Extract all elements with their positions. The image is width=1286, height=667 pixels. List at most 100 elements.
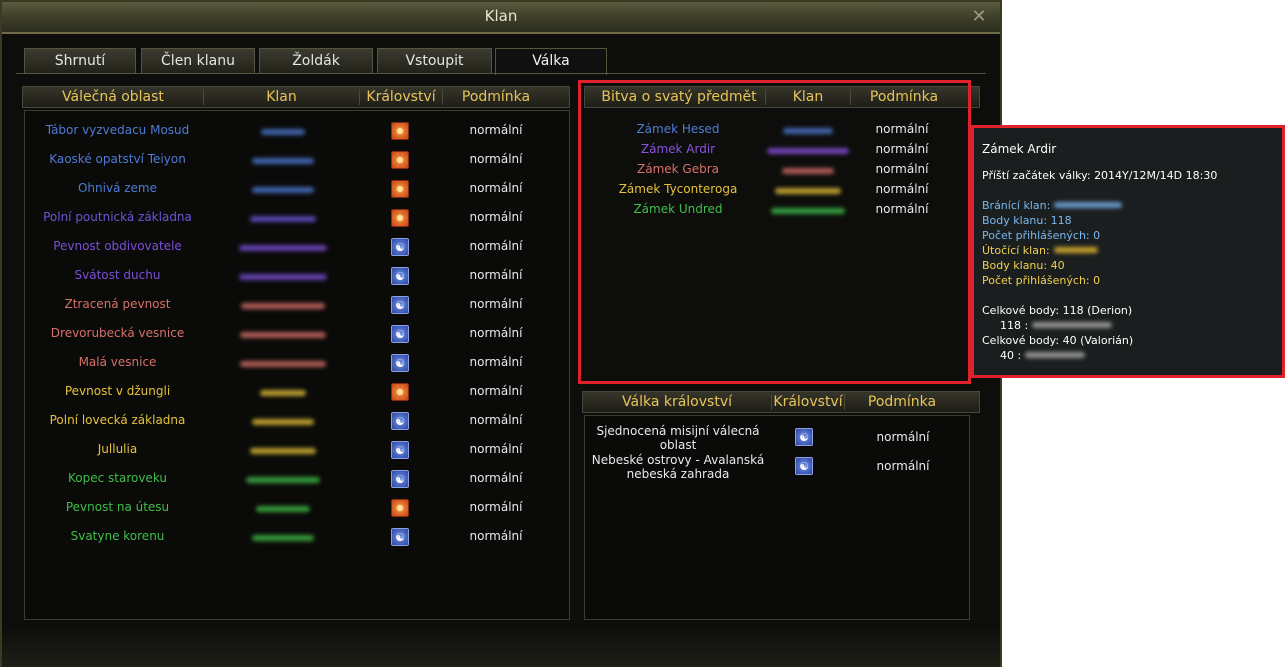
condition-value: normální	[469, 268, 523, 282]
war-area-name: Jullulia	[97, 442, 138, 456]
blurred-clan-name	[256, 506, 310, 512]
col-condition: Podmínka	[867, 394, 937, 410]
col-war-area: Válečná oblast	[62, 89, 164, 105]
condition-value: normální	[469, 123, 523, 137]
tooltip-defender-points: Body klanu: 118	[982, 214, 1072, 227]
tab-shrnuti[interactable]: Shrnutí	[24, 48, 136, 73]
table-row[interactable]: Polní lovecká základna ☯ normální	[25, 412, 571, 433]
tab-divider	[16, 73, 986, 74]
blurred-clan-name	[246, 477, 320, 483]
name-line: nebeská zahrada	[626, 467, 730, 481]
lion-emblem-icon: ✹	[391, 122, 409, 140]
condition-value: normální	[469, 529, 523, 543]
name-line: oblast	[659, 438, 697, 452]
tab-clen-klanu[interactable]: Člen klanu	[141, 48, 255, 73]
blurred-clan-name	[252, 158, 314, 164]
tooltip-total-points-1-sub: 118 :	[1000, 319, 1113, 332]
war-area-name: Kopec staroveku	[67, 471, 168, 485]
condition-value: normální	[469, 297, 523, 311]
tab-valka[interactable]: Válka	[495, 48, 607, 75]
war-area-name: Polní poutnická základna	[43, 210, 192, 224]
table-row[interactable]: Sjednocená misijní válecná oblast ☯ normáln…	[585, 424, 971, 452]
war-area-name: Svátost duchu	[74, 268, 161, 282]
condition-value: normální	[469, 239, 523, 253]
war-area-name: Ztracená pevnost	[64, 297, 171, 311]
close-icon[interactable]: ✕	[968, 6, 990, 28]
condition-value: normální	[876, 430, 930, 444]
table-row[interactable]: Ohnivá zeme ✹ normální	[25, 180, 571, 201]
war-area-name: Pevnost obdivovatele	[53, 239, 182, 253]
yin-yang-emblem-icon: ☯	[391, 470, 409, 488]
war-area-name: Drevorubecká vesnice	[50, 326, 185, 340]
lion-emblem-icon: ✹	[391, 499, 409, 517]
kingdom-war-area-name: Nebeské ostrovy - Avalanská nebeská zahra…	[585, 453, 771, 481]
yin-yang-emblem-icon: ☯	[391, 296, 409, 314]
blurred-clan-name	[239, 274, 327, 280]
tab-vstoupit[interactable]: Vstoupit	[377, 48, 492, 73]
blurred-clan-name	[239, 245, 327, 251]
table-row[interactable]: Svátost duchu ☯ normální	[25, 267, 571, 288]
war-area-name: Polní lovecká základna	[49, 413, 186, 427]
tab-zoldak[interactable]: Žoldák	[259, 48, 373, 73]
table-row[interactable]: Pevnost obdivovatele ☯ normální	[25, 238, 571, 259]
war-area-header: Válečná oblast Klan Království Podmínka	[22, 86, 570, 108]
tooltip-attacker-points: Body klanu: 40	[982, 259, 1065, 272]
holy-item-highlight-frame	[578, 80, 971, 384]
condition-value: normální	[469, 210, 523, 224]
blurred-clan-name	[252, 535, 314, 541]
col-kingdom: Království	[773, 394, 843, 410]
blurred-clan-name	[1054, 202, 1123, 208]
table-row[interactable]: Nebeské ostrovy - Avalanská nebeská zahra…	[585, 453, 971, 481]
name-line: Nebeské ostrovy - Avalanská	[591, 453, 765, 467]
blurred-clan-name	[250, 216, 316, 222]
yin-yang-emblem-icon: ☯	[795, 428, 813, 446]
table-row[interactable]: Malá vesnice ☯ normální	[25, 354, 571, 375]
tooltip-title: Zámek Ardir	[982, 142, 1057, 156]
blurred-clan-name	[260, 390, 306, 396]
condition-value: normální	[469, 500, 523, 514]
col-condition: Podmínka	[461, 89, 531, 105]
war-area-list: Tábor vyzvedacu Mosud ✹ normální Kaoské opa…	[24, 110, 570, 620]
war-area-name: Pevnost v džungli	[64, 384, 171, 398]
blurred-clan-name	[1053, 247, 1098, 253]
table-row[interactable]: Jullulia ☯ normální	[25, 441, 571, 462]
table-row[interactable]: Ztracená pevnost ☯ normální	[25, 296, 571, 317]
tooltip-attacker-clan: Útočící klan:	[982, 244, 1098, 257]
title-bar[interactable]: Klan ✕	[2, 2, 1000, 34]
col-kingdom-war: Válka království	[622, 394, 732, 410]
tooltip-defender-clan: Bránící klan:	[982, 199, 1123, 212]
table-row[interactable]: Pevnost na útesu ✹ normální	[25, 499, 571, 520]
blurred-clan-name	[240, 361, 326, 367]
war-area-name: Svatyne korenu	[70, 529, 165, 543]
lion-emblem-icon: ✹	[391, 151, 409, 169]
tooltip-attacker-registered: Počet přihlášených: 0	[982, 274, 1101, 287]
tooltip-total-points-2: Celkové body: 40 (Valorián)	[982, 334, 1134, 347]
blurred-clan-name	[1025, 352, 1086, 358]
table-row[interactable]: Kopec staroveku ☯ normální	[25, 470, 571, 491]
table-row[interactable]: Polní poutnická základna ✹ normální	[25, 209, 571, 230]
condition-value: normální	[469, 413, 523, 427]
table-row[interactable]: Kaoské opatství Teiyon ✹ normální	[25, 151, 571, 172]
condition-value: normální	[469, 384, 523, 398]
war-area-name: Pevnost na útesu	[65, 500, 170, 514]
blurred-clan-name	[1032, 322, 1113, 328]
war-area-name: Ohnivá zeme	[77, 181, 157, 195]
blurred-clan-name	[240, 332, 326, 338]
condition-value: normální	[469, 152, 523, 166]
table-row[interactable]: Tábor vyzvedacu Mosud ✹ normální	[25, 122, 571, 143]
yin-yang-emblem-icon: ☯	[391, 528, 409, 546]
tooltip-total-points-1: Celkové body: 118 (Derion)	[982, 304, 1133, 317]
blurred-clan-name	[252, 419, 314, 425]
blurred-clan-name	[261, 129, 305, 135]
lion-emblem-icon: ✹	[391, 209, 409, 227]
table-row[interactable]: Pevnost v džungli ✹ normální	[25, 383, 571, 404]
blurred-clan-name	[250, 448, 316, 454]
table-row[interactable]: Drevorubecká vesnice ☯ normální	[25, 325, 571, 346]
yin-yang-emblem-icon: ☯	[391, 238, 409, 256]
yin-yang-emblem-icon: ☯	[795, 457, 813, 475]
name-line: Sjednocená misijní válecná	[596, 424, 760, 438]
blurred-clan-name	[241, 303, 325, 309]
table-row[interactable]: Svatyne korenu ☯ normální	[25, 528, 571, 549]
yin-yang-emblem-icon: ☯	[391, 412, 409, 430]
col-clan: Klan	[266, 89, 297, 105]
